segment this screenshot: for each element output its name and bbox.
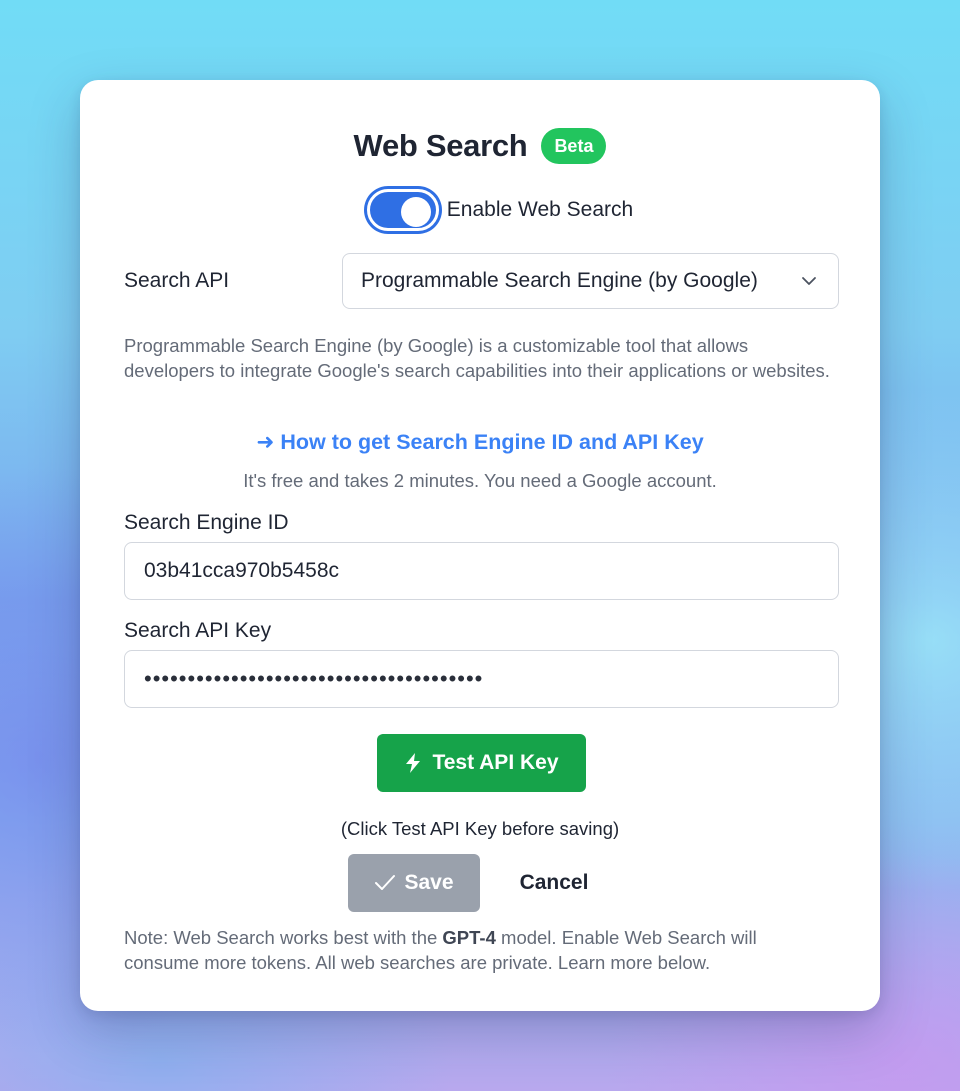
footnote-model: GPT-4 — [442, 927, 496, 948]
search-engine-id-value: 03b41cca970b5458c — [144, 559, 340, 582]
save-button[interactable]: Save — [348, 854, 480, 912]
footnote: Note: Web Search works best with the GPT… — [124, 925, 836, 975]
chevron-down-icon — [802, 277, 816, 285]
test-api-key-button[interactable]: Test API Key — [377, 734, 586, 792]
search-engine-id-label: Search Engine ID — [124, 511, 289, 534]
search-api-select[interactable]: Programmable Search Engine (by Google) — [342, 253, 839, 309]
cancel-button[interactable]: Cancel — [500, 854, 608, 912]
enable-web-search-row: Enable Web Search — [80, 186, 880, 234]
footnote-prefix: Note: Web Search works best with the — [124, 927, 443, 948]
test-api-key-label: Test API Key — [432, 751, 559, 774]
arrow-right-icon: ➜ — [256, 430, 275, 454]
howto-note: It's free and takes 2 minutes. You need … — [243, 470, 717, 491]
enable-web-search-toggle[interactable] — [366, 189, 439, 231]
search-api-selected-value: Programmable Search Engine (by Google) — [361, 269, 758, 292]
save-label: Save — [404, 871, 454, 894]
checkmark-icon — [375, 875, 396, 890]
web-search-dialog: Web Search Beta Enable Web Search Search… — [80, 80, 880, 1011]
toggle-knob — [400, 197, 431, 227]
dialog-header: Web Search Beta — [80, 124, 880, 168]
search-api-row: Search API Programmable Search Engine (b… — [124, 253, 839, 309]
search-api-key-masked-value: ••••••••••••••••••••••••••••••••••••••• — [144, 666, 484, 691]
howto-link[interactable]: ➜ How to get Search Engine ID and API Ke… — [80, 430, 880, 455]
test-before-save-note: (Click Test API Key before saving) — [340, 818, 620, 839]
search-engine-id-input[interactable]: 03b41cca970b5458c — [124, 542, 839, 600]
search-api-key-label: Search API Key — [124, 619, 272, 642]
search-api-description: Programmable Search Engine (by Google) i… — [124, 335, 830, 381]
enable-web-search-label[interactable]: Enable Web Search — [447, 198, 633, 222]
lightning-bolt-icon — [406, 753, 421, 773]
dialog-title: Web Search — [353, 128, 528, 163]
howto-link-text: How to get Search Engine ID and API Key — [280, 430, 704, 454]
search-api-key-input[interactable]: ••••••••••••••••••••••••••••••••••••••• — [124, 650, 839, 708]
beta-badge: Beta — [541, 128, 607, 164]
search-api-label: Search API — [124, 269, 230, 292]
